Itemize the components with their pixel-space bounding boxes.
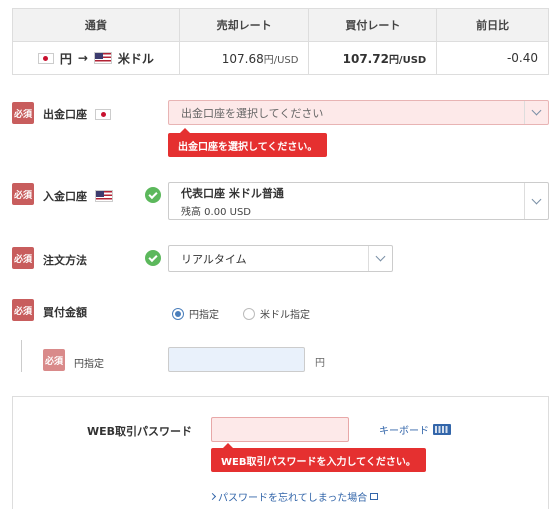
withdraw-select-placeholder: 出金口座を選択してください (181, 106, 324, 120)
buy-rate: 107.72円/USD (308, 41, 438, 75)
sell-rate-unit: 円/USD (263, 54, 299, 66)
pair-arrow: → (77, 51, 88, 65)
keyboard-label: キーボード (379, 426, 429, 437)
deposit-label-group: 入金口座 (43, 188, 113, 204)
header-currency: 通貨 (12, 8, 180, 42)
chevron-down-icon[interactable] (524, 183, 548, 219)
header-change: 前日比 (436, 8, 549, 42)
keyboard-icon[interactable] (433, 424, 451, 435)
required-badge: 必須 (12, 299, 34, 321)
required-badge: 必須 (12, 247, 34, 269)
deposit-account-name: 代表口座 米ドル普通 (181, 186, 284, 200)
check-icon (145, 250, 161, 266)
required-badge: 必須 (43, 349, 65, 371)
order-method-select[interactable]: リアルタイム (168, 245, 393, 272)
check-icon (145, 187, 161, 203)
radio-usd-button[interactable] (243, 307, 255, 320)
radio-usd[interactable]: 米ドル指定 (243, 306, 310, 321)
header-sell-rate: 売却レート (178, 8, 310, 42)
deposit-account-info: 代表口座 米ドル普通 残高 0.00 USD (169, 185, 524, 218)
radio-yen-label: 円指定 (189, 310, 219, 321)
deposit-label: 入金口座 (43, 190, 87, 203)
currency-pair: 円 → 米ドル (12, 41, 180, 75)
sell-rate-value: 107.68 (221, 51, 264, 66)
password-input[interactable] (211, 417, 349, 442)
forgot-password-text: パスワードを忘れてしまった場合 (218, 493, 368, 504)
yen-amount-label: 円指定 (74, 359, 104, 370)
withdraw-account-select[interactable]: 出金口座を選択してください (168, 100, 549, 125)
pair-from: 円 (59, 51, 72, 66)
sell-rate: 107.68円/USD (178, 41, 310, 75)
chevron-right-icon (208, 492, 217, 501)
japan-flag-icon (95, 108, 111, 120)
withdraw-error-tooltip: 出金口座を選択してください。 (168, 128, 328, 157)
deposit-account-select[interactable]: 代表口座 米ドル普通 残高 0.00 USD (168, 182, 549, 220)
japan-flag-icon (37, 52, 54, 64)
rate-table-row: 円 → 米ドル 107.68円/USD 107.72円/USD -0.40 (12, 41, 549, 75)
radio-usd-label: 米ドル指定 (260, 310, 310, 321)
password-label: WEB取引パスワード (87, 425, 193, 438)
radio-yen-button[interactable] (172, 307, 184, 320)
indent-line (21, 340, 22, 372)
us-flag-icon (95, 190, 113, 202)
buy-rate-value: 107.72 (342, 51, 389, 66)
buy-rate-unit: 円/USD (388, 54, 427, 66)
order-method-label: 注文方法 (43, 254, 87, 267)
password-panel: WEB取引パスワード キーボード WEB取引パスワードを入力してください。 パス… (12, 396, 549, 509)
order-method-value: リアルタイム (181, 252, 247, 266)
amount-label: 買付金額 (43, 306, 87, 319)
deposit-account-balance: 残高 0.00 USD (181, 206, 251, 218)
yen-amount-input[interactable] (168, 347, 305, 372)
password-error-tooltip: WEB取引パスワードを入力してください。 (211, 443, 426, 472)
required-badge: 必須 (12, 102, 34, 124)
withdraw-label-group: 出金口座 (43, 106, 111, 122)
rate-table-header: 通貨 売却レート 買付レート 前日比 (12, 8, 549, 42)
withdraw-label: 出金口座 (43, 108, 87, 121)
header-buy-rate: 買付レート (308, 8, 438, 42)
forgot-password-link[interactable]: パスワードを忘れてしまった場合 (208, 489, 379, 504)
required-badge: 必須 (12, 183, 34, 205)
radio-yen[interactable]: 円指定 (172, 306, 219, 321)
external-window-icon (370, 493, 379, 500)
change-value: -0.40 (436, 41, 549, 75)
chevron-down-icon[interactable] (524, 101, 548, 124)
keyboard-link[interactable]: キーボード (379, 422, 451, 437)
rate-table: 通貨 売却レート 買付レート 前日比 円 → 米ドル 107.68円/USD 1… (12, 8, 549, 75)
amount-type-radio-group: 円指定 米ドル指定 (172, 306, 334, 321)
chevron-down-icon[interactable] (368, 246, 392, 271)
pair-to: 米ドル (117, 51, 154, 66)
us-flag-icon (93, 52, 112, 64)
yen-unit: 円 (315, 358, 325, 369)
